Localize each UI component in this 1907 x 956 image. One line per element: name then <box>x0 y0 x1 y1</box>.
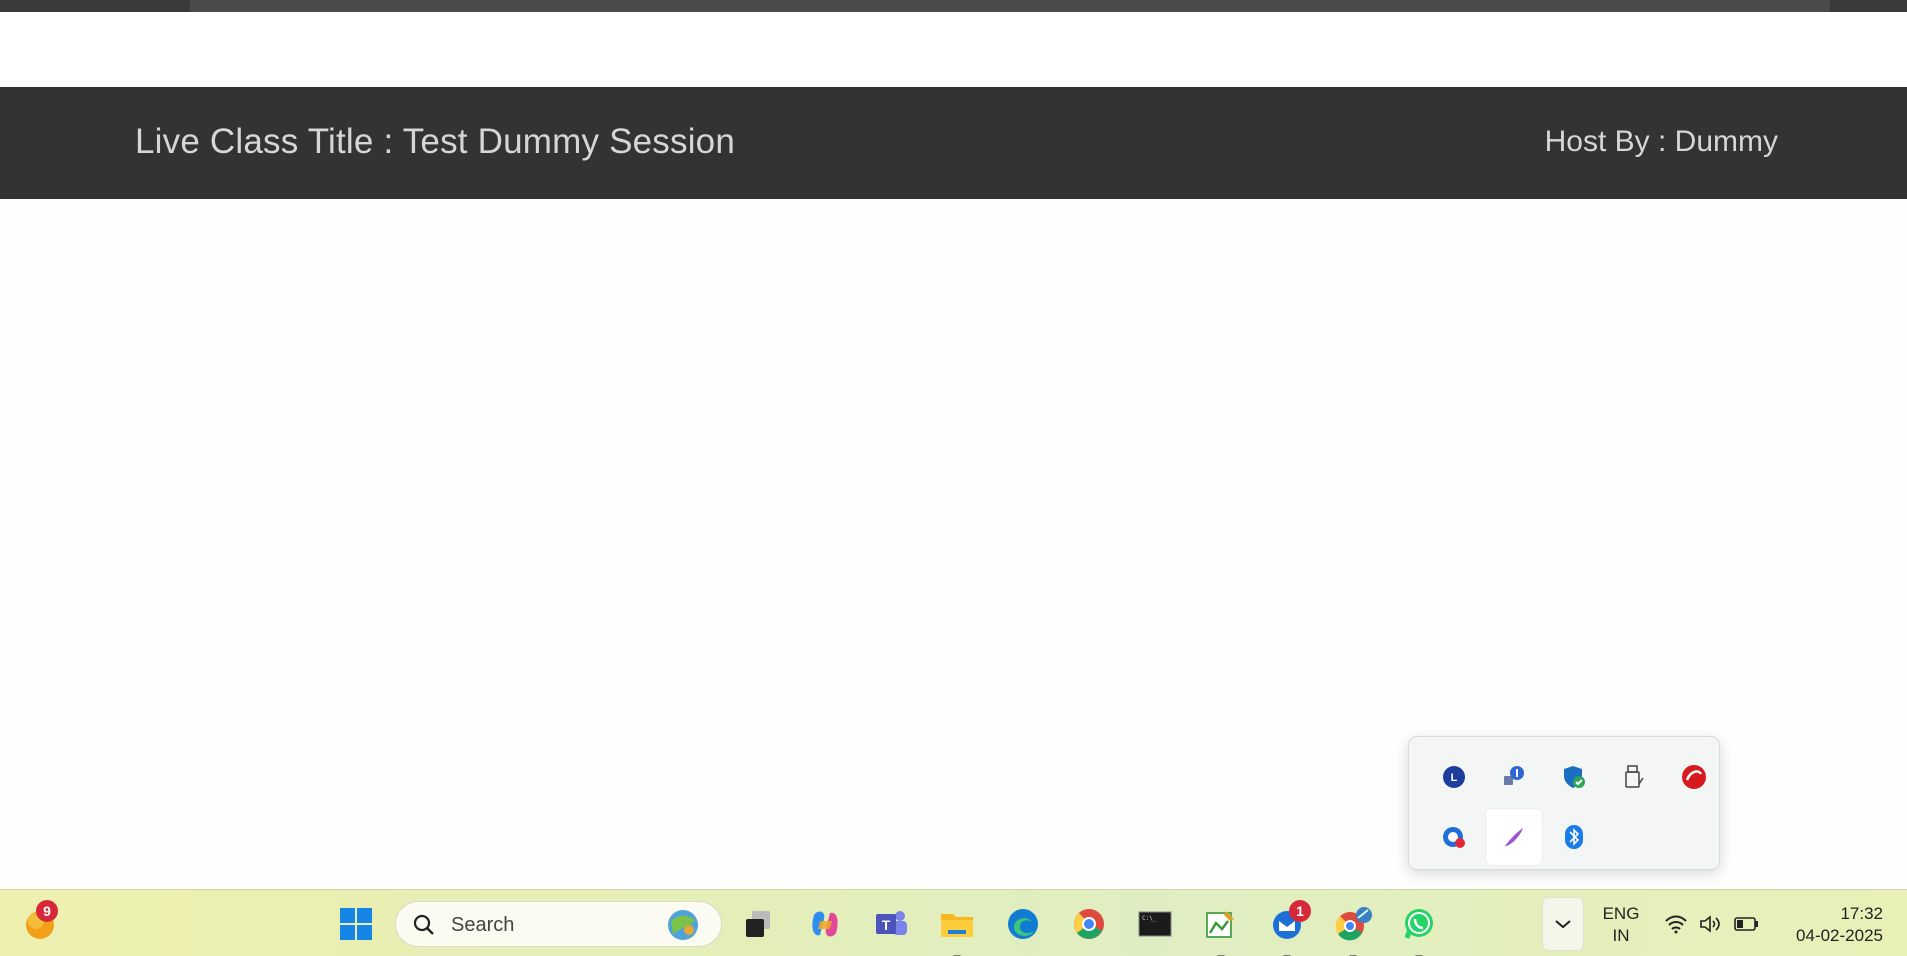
input-language-indicator[interactable]: ENG IN <box>1598 903 1644 947</box>
trendmicro-icon[interactable] <box>1666 749 1722 805</box>
clock-time: 17:32 <box>1840 904 1883 923</box>
network-connect-icon[interactable] <box>1486 749 1542 805</box>
wifi-icon[interactable] <box>1662 910 1690 938</box>
mail-badge: 1 <box>1289 900 1311 922</box>
tray-overflow-popup: L <box>1408 736 1720 870</box>
widgets-icon[interactable]: 9 <box>18 900 62 946</box>
page-title: Live Class Title : Test Dummy Session <box>135 122 736 161</box>
search-placeholder: Search <box>451 914 515 936</box>
paint-icon[interactable] <box>1199 902 1243 956</box>
battery-icon[interactable] <box>1733 910 1761 938</box>
system-clock[interactable]: 17:32 04-02-2025 <box>1796 903 1883 947</box>
defender-shield-icon[interactable] <box>1546 749 1602 805</box>
mail-icon[interactable]: 1 <box>1265 900 1311 956</box>
pen-feather-icon[interactable] <box>1486 809 1542 865</box>
whatsapp-icon[interactable] <box>1397 902 1441 956</box>
settings-sync-icon[interactable] <box>1426 809 1482 865</box>
usb-drive-icon[interactable] <box>1606 749 1662 805</box>
live-class-header: Live Class Title : Test Dummy Session Ho… <box>0 87 1907 199</box>
copilot-icon[interactable] <box>803 902 847 946</box>
browser-top-strip <box>0 0 1907 12</box>
file-explorer-icon[interactable] <box>935 902 979 956</box>
top-strip-inner <box>190 0 1830 12</box>
start-icon[interactable] <box>334 902 378 946</box>
search-input[interactable]: Search <box>395 901 722 947</box>
taskbar: 9 Search T C:\_ 1 ENG IN 17:32 04-02-202… <box>0 889 1907 956</box>
clock-date: 04-02-2025 <box>1796 926 1883 945</box>
volume-icon[interactable] <box>1697 910 1725 938</box>
lenovo-icon[interactable]: L <box>1426 749 1482 805</box>
chrome-icon[interactable] <box>1067 902 1111 946</box>
edge-icon[interactable] <box>1001 902 1045 946</box>
host-label: Host By : Dummy <box>1544 125 1778 158</box>
teams-icon[interactable]: T <box>869 902 913 946</box>
search-highlight-icon <box>663 908 703 947</box>
svg-text:C:\_: C:\_ <box>1142 915 1157 922</box>
terminal-icon[interactable]: C:\_ <box>1133 902 1177 946</box>
search-icon <box>412 913 436 942</box>
widgets-badge: 9 <box>36 900 58 922</box>
chevron-down-icon <box>1555 920 1571 929</box>
svg-text:L: L <box>1451 772 1458 784</box>
chrome-profile-icon[interactable] <box>1331 902 1375 956</box>
bluetooth-icon[interactable] <box>1546 809 1602 865</box>
lang-region: IN <box>1612 926 1630 945</box>
task-view-icon[interactable] <box>737 902 781 946</box>
show-hidden-icons-button[interactable] <box>1542 897 1584 951</box>
lang-code: ENG <box>1602 904 1640 923</box>
svg-text:T: T <box>882 917 891 933</box>
